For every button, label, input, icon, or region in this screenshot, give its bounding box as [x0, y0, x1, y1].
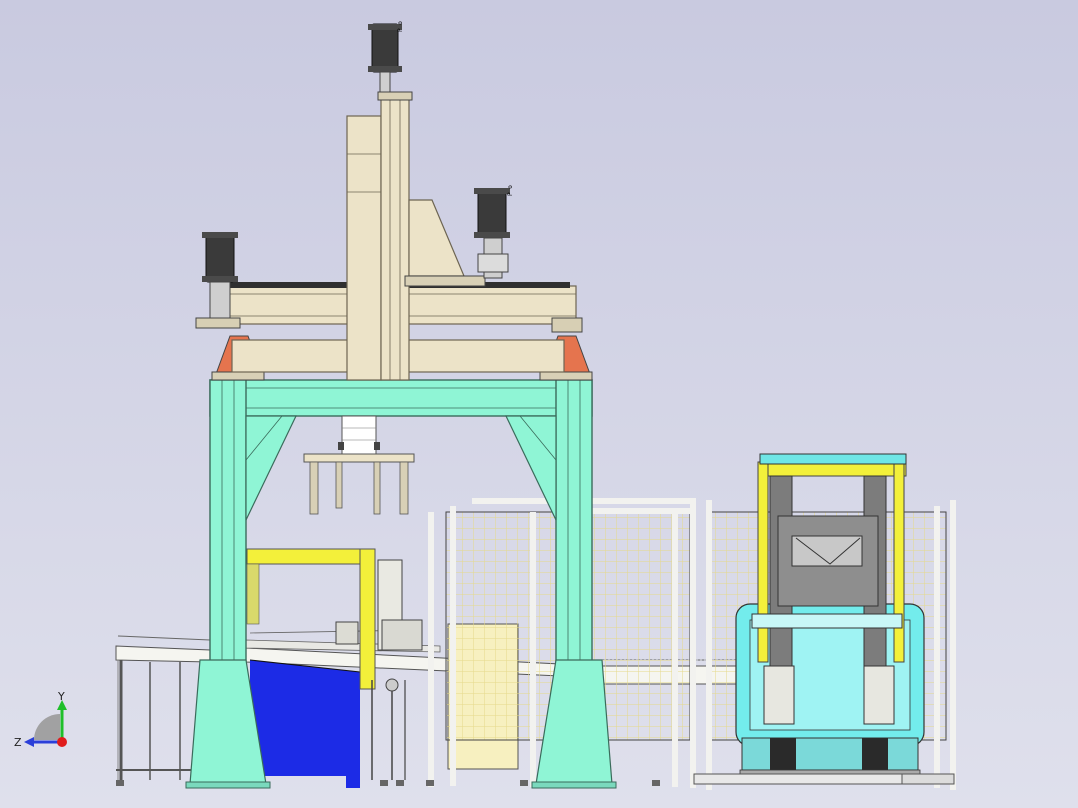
motor-label-top: P o	[397, 21, 404, 32]
gripper	[303, 415, 415, 515]
coordinate-triad: Y Z	[14, 690, 67, 749]
blue-collection-bin	[249, 659, 361, 788]
origin-point	[57, 737, 67, 747]
wheel-left	[770, 738, 796, 774]
wheel-right	[862, 738, 888, 774]
motor-label-right: P o	[507, 185, 514, 196]
y-axis-label: Y	[57, 690, 65, 703]
servo-motor-top: P o	[368, 21, 404, 93]
z-axis-label: Z	[14, 736, 22, 749]
servo-motor-right: P o	[474, 185, 514, 279]
outfeed-rail	[693, 773, 907, 785]
cad-viewport[interactable]: P o P o Y Z	[0, 0, 1078, 808]
z-axis-column	[346, 91, 486, 381]
